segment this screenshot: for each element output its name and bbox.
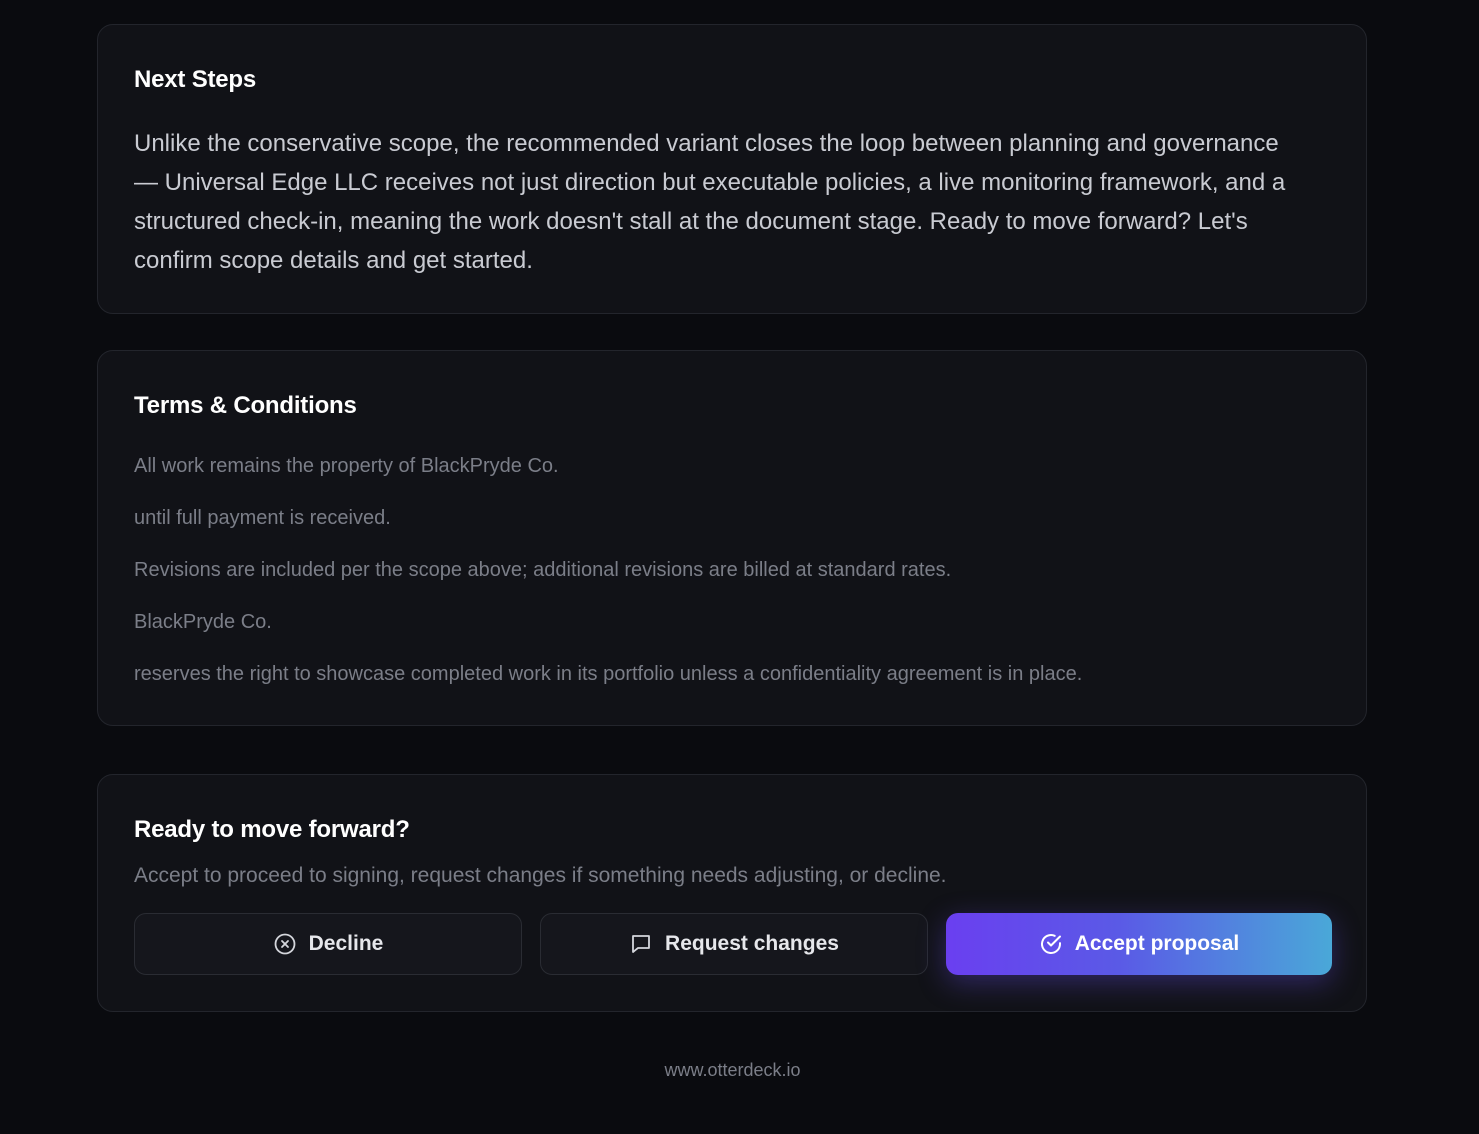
terms-item: until full payment is received. xyxy=(134,507,391,529)
request-changes-button[interactable]: Request changes xyxy=(540,913,928,975)
proposal-page: Next Steps Unlike the conservative scope… xyxy=(0,0,1479,1134)
x-circle-icon xyxy=(273,932,297,956)
next-steps-card: Next Steps Unlike the conservative scope… xyxy=(97,24,1367,314)
request-changes-label: Request changes xyxy=(665,932,839,955)
next-steps-body: Unlike the conservative scope, the recom… xyxy=(134,130,1286,274)
terms-card: Terms & Conditions All work remains the … xyxy=(97,350,1367,726)
cta-subtitle: Accept to proceed to signing, request ch… xyxy=(134,864,947,887)
terms-item: All work remains the property of BlackPr… xyxy=(134,455,559,477)
message-square-icon xyxy=(629,932,653,956)
footer: www.otterdeck.io xyxy=(0,1060,1479,1081)
cta-button-row: Decline Request changes Accept proposal xyxy=(134,913,1332,975)
cta-card: Ready to move forward? Accept to proceed… xyxy=(97,774,1367,1012)
terms-item: Revisions are included per the scope abo… xyxy=(134,559,952,581)
footer-url[interactable]: www.otterdeck.io xyxy=(664,1060,800,1080)
terms-item: BlackPryde Co. xyxy=(134,611,272,633)
cta-title: Ready to move forward? xyxy=(134,816,410,843)
next-steps-title: Next Steps xyxy=(134,66,257,93)
accept-proposal-button[interactable]: Accept proposal xyxy=(946,913,1332,975)
accept-proposal-label: Accept proposal xyxy=(1074,932,1240,955)
decline-label: Decline xyxy=(308,932,384,955)
decline-button[interactable]: Decline xyxy=(134,913,522,975)
check-circle-icon xyxy=(1039,932,1063,956)
terms-list: All work remains the property of BlackPr… xyxy=(134,453,1330,687)
terms-item: reserves the right to showcase completed… xyxy=(134,663,1083,685)
terms-title: Terms & Conditions xyxy=(134,392,357,419)
